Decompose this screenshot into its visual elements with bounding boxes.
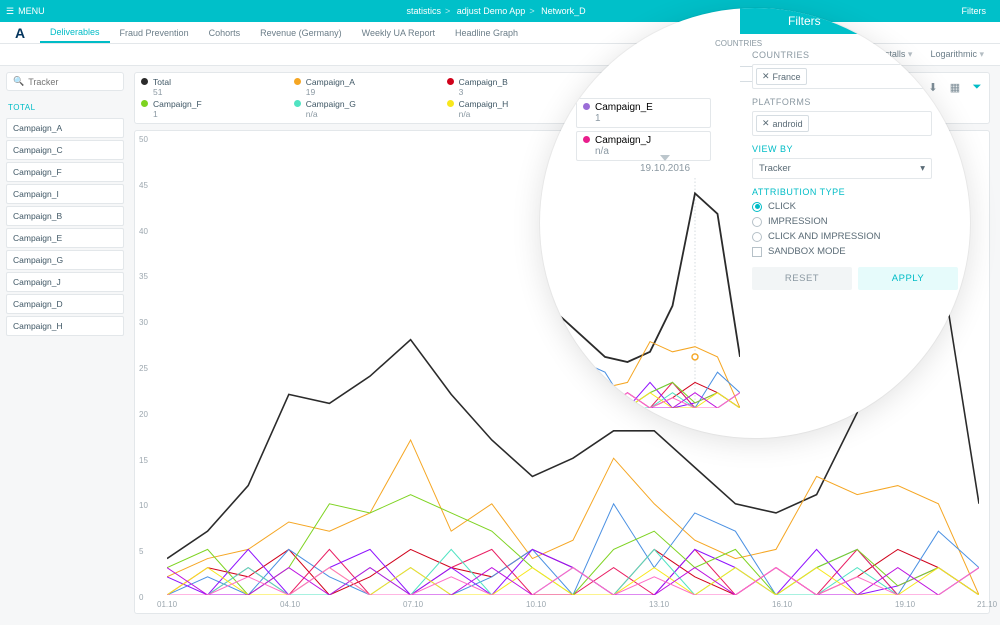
legend-item-5[interactable]: Campaign_F1 [141,99,288,119]
zoom-overlay: Filters COUNTRIES nce COUNTRIES ✕ France… [540,8,970,438]
x-tick: 07.10 [403,600,423,609]
menu-button[interactable]: ☰ MENU [0,6,45,17]
y-tick: 5 [139,547,143,556]
sidebar-item-8[interactable]: Campaign_D [6,294,124,314]
chip-android[interactable]: ✕ android [756,115,809,132]
radio-click-impression[interactable]: CLICK AND IMPRESSION [752,231,958,242]
menu-icon: ☰ [6,6,14,17]
y-tick: 0 [139,593,143,602]
x-tick: 10.10 [526,600,546,609]
crumb-1[interactable]: adjust Demo App [457,6,526,16]
x-tick: 19.10 [895,600,915,609]
chevron-down-icon: ▾ [920,163,925,174]
viewby-select[interactable]: Tracker▾ [752,158,932,179]
sidebar-item-4[interactable]: Campaign_B [6,206,124,226]
y-tick: 45 [139,181,148,190]
sidebar-item-2[interactable]: Campaign_F [6,162,124,182]
sidebar-item-5[interactable]: Campaign_E [6,228,124,248]
platforms-input[interactable]: ✕ android [752,111,932,136]
filters-panel: COUNTRIES ✕ France PLATFORMS ✕ android V… [740,34,970,438]
sidebar-item-0[interactable]: Campaign_A [6,118,124,138]
radio-impression[interactable]: IMPRESSION [752,216,958,227]
sidebar-item-6[interactable]: Campaign_G [6,250,124,270]
attribution-label: ATTRIBUTION TYPE [752,187,958,197]
zoom-chart [560,178,740,408]
legend-item-6[interactable]: Campaign_Gn/a [294,99,441,119]
y-tick: 25 [139,364,148,373]
x-tick: 01.10 [157,600,177,609]
filter-icon[interactable]: ⏷ [971,81,983,93]
y-tick: 35 [139,272,148,281]
apply-button[interactable]: APPLY [858,267,958,290]
tab-deliverables[interactable]: Deliverables [40,22,110,43]
sidebar: 🔍 TOTAL Campaign_ACampaign_CCampaign_FCa… [0,66,130,625]
platforms-label: PLATFORMS [752,97,958,107]
x-tick: 04.10 [280,600,300,609]
tab-weekly[interactable]: Weekly UA Report [352,22,445,43]
menu-label: MENU [18,6,45,16]
crumb-0[interactable]: statistics [406,6,441,16]
radio-click[interactable]: CLICK [752,201,958,212]
y-tick: 15 [139,456,148,465]
y-tick: 40 [139,227,148,236]
search-icon: 🔍 [13,76,24,87]
sidebar-item-3[interactable]: Campaign_I [6,184,124,204]
tab-fraud[interactable]: Fraud Prevention [110,22,199,43]
y-tick: 10 [139,501,148,510]
x-tick: 21.10 [977,600,997,609]
x-tick: 16.10 [772,600,792,609]
sandbox-checkbox[interactable]: SANDBOX MODE [752,246,958,257]
tab-headline[interactable]: Headline Graph [445,22,528,43]
countries-label: COUNTRIES [752,50,958,60]
countries-input[interactable]: ✕ France [752,64,932,89]
y-tick: 20 [139,410,148,419]
y-tick: 30 [139,318,148,327]
chip-france[interactable]: ✕ France [756,68,807,85]
filters-panel-header: Filters [740,8,970,34]
sidebar-item-7[interactable]: Campaign_J [6,272,124,292]
x-tick: 13.10 [649,600,669,609]
sidebar-header: TOTAL [6,99,124,116]
logo[interactable]: A [0,22,40,43]
y-tick: 50 [139,135,148,144]
search-box[interactable]: 🔍 [6,72,124,91]
zoom-tooltip: 19.10.2016 [640,155,690,174]
marker-icon [660,155,670,161]
sidebar-item-1[interactable]: Campaign_C [6,140,124,160]
viewby-label: VIEW BY [752,144,958,154]
search-input[interactable] [28,77,118,87]
legend-item-0[interactable]: Total51 [141,77,288,97]
tab-revenue[interactable]: Revenue (Germany) [250,22,352,43]
tab-cohorts[interactable]: Cohorts [199,22,251,43]
sidebar-item-9[interactable]: Campaign_H [6,316,124,336]
legend-item-1[interactable]: Campaign_A19 [294,77,441,97]
reset-button[interactable]: RESET [752,267,852,290]
